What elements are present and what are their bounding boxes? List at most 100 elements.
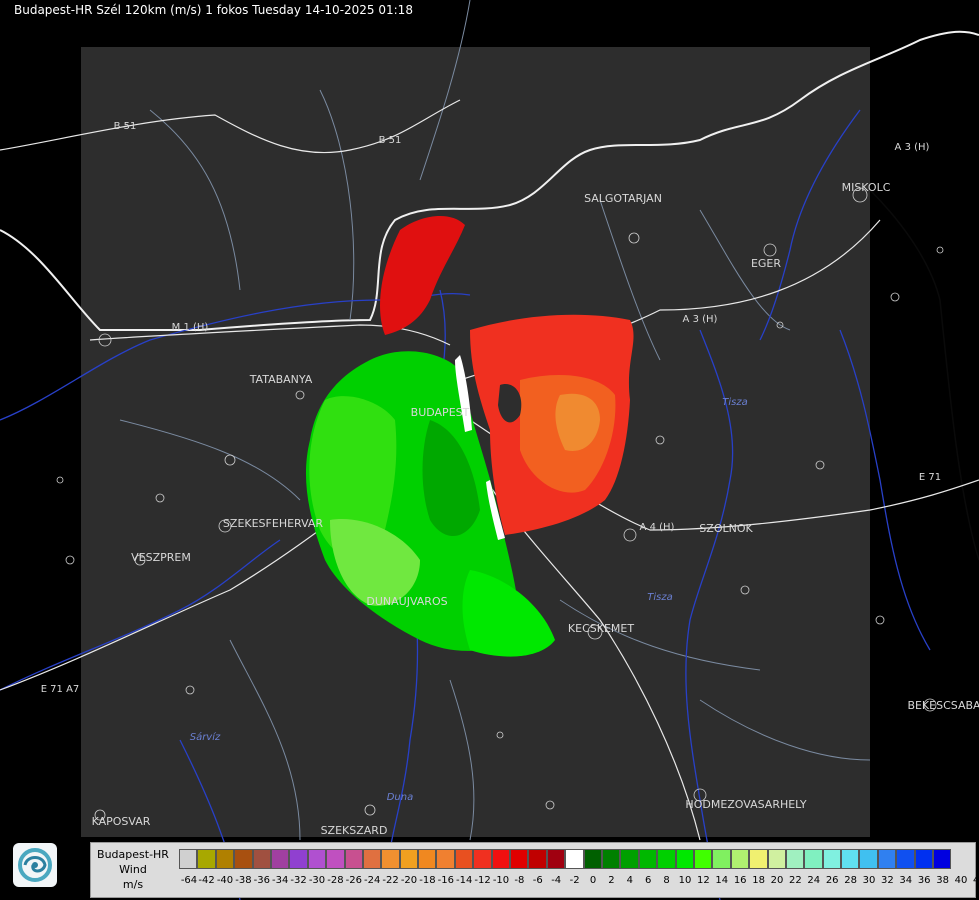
- legend-tick: 34: [899, 875, 913, 886]
- legend-tick: 38: [936, 875, 949, 886]
- legend-tick: -6: [532, 875, 543, 886]
- met-service-logo: [13, 843, 57, 887]
- legend-swatch: [491, 849, 511, 869]
- legend-swatch: [179, 849, 198, 869]
- road-label: E 71 A7: [41, 684, 80, 695]
- legend-swatch: [877, 849, 897, 869]
- legend-tick: -42: [198, 875, 215, 886]
- river-label: Duna: [387, 792, 414, 803]
- legend-tick: 42: [973, 875, 979, 886]
- legend-swatch: [730, 849, 750, 869]
- legend-tick: 40: [954, 875, 968, 886]
- legend-tick: 2: [608, 875, 615, 886]
- legend-tick: 0: [589, 875, 597, 886]
- legend-tick: 4: [626, 875, 633, 886]
- city-label: BEKESCSABA: [907, 699, 979, 712]
- legend-tick: 10: [678, 875, 692, 886]
- legend-tick: -10: [492, 875, 510, 886]
- road-label: A 3 (H): [895, 142, 930, 153]
- legend-swatch: [583, 849, 602, 869]
- legend-station: Budapest-HR: [97, 848, 169, 861]
- city-label: BUDAPEST: [411, 406, 470, 419]
- river-label: Tisza: [722, 397, 747, 408]
- legend-swatch: [473, 849, 492, 869]
- color-legend: Budapest-HR Wind m/s -64 -42 -40 -38 -36 -34-…: [90, 842, 979, 898]
- legend-tick: -24: [364, 875, 381, 886]
- legend-swatch: [344, 849, 363, 869]
- legend-swatch: [381, 849, 400, 869]
- legend-tick: 16: [733, 875, 747, 886]
- legend-swatch: [215, 849, 235, 869]
- legend-tick: 22: [789, 875, 802, 886]
- legend-tick: 28: [844, 875, 857, 886]
- legend-tick: 30: [862, 875, 876, 886]
- legend-tick: -20: [400, 875, 418, 886]
- legend-swatch: [454, 849, 474, 869]
- legend-tick: -2: [569, 875, 580, 886]
- legend-tick: 36: [917, 875, 931, 886]
- legend-swatch: [436, 849, 455, 869]
- legend-tick: 18: [752, 875, 765, 886]
- city-label: SZOLNOK: [699, 522, 753, 535]
- legend-swatch: [859, 849, 878, 869]
- legend-tick: -32: [290, 875, 307, 886]
- road-label: B 51: [114, 121, 137, 132]
- legend-swatch: [933, 849, 952, 869]
- legend-swatch: [767, 849, 786, 869]
- legend-swatch: [712, 849, 731, 869]
- legend-swatch: [804, 849, 823, 869]
- city-label: HODMEZOVASARHELY: [685, 798, 806, 811]
- legend-swatch: [546, 849, 566, 869]
- legend-swatch: [418, 849, 437, 869]
- legend-swatch: [197, 849, 216, 869]
- legend-tick: 32: [881, 875, 894, 886]
- legend-swatch: [896, 849, 915, 869]
- legend-swatch: [326, 849, 345, 869]
- legend-tick: -18: [419, 875, 436, 886]
- legend-tick: 6: [645, 875, 652, 886]
- legend-swatch: [822, 849, 842, 869]
- legend-tick: -36: [253, 875, 270, 886]
- legend-tick: -22: [382, 875, 399, 886]
- legend-tick: -14: [456, 875, 473, 886]
- legend-tick: 26: [825, 875, 839, 886]
- city-label: DUNAUJVAROS: [366, 595, 447, 608]
- legend-swatches: [179, 849, 952, 869]
- legend-swatch: [307, 849, 327, 869]
- legend-swatch: [620, 849, 639, 869]
- city-label: KAPOSVAR: [92, 815, 151, 828]
- legend-tick: -34: [272, 875, 289, 886]
- city-label: TATABANYA: [249, 373, 313, 386]
- city-label: KECSKEMET: [568, 622, 634, 635]
- legend-swatch: [362, 849, 382, 869]
- legend-swatch: [252, 849, 271, 869]
- legend-tick: -30: [308, 875, 326, 886]
- city-label: SALGOTARJAN: [584, 192, 662, 205]
- city-label: SZEKESFEHERVAR: [223, 517, 324, 530]
- road-label: E 71: [919, 472, 941, 483]
- city-label: MISKOLC: [842, 181, 891, 194]
- legend-swatch: [657, 849, 676, 869]
- road-label: A 4 (H): [640, 522, 675, 533]
- legend-tick: 20: [770, 875, 784, 886]
- country-border-east: [869, 189, 979, 561]
- legend-tick: -38: [235, 875, 252, 886]
- legend-tick: 24: [807, 875, 821, 886]
- legend-swatch: [601, 849, 621, 869]
- road-label: A 3 (H): [683, 314, 718, 325]
- legend-swatch: [399, 849, 419, 869]
- legend-swatch: [749, 849, 768, 869]
- legend-tick: -26: [345, 875, 362, 886]
- legend-swatch: [693, 849, 713, 869]
- legend-label: Budapest-HR Wind m/s: [93, 847, 173, 892]
- road-label: B 51: [379, 135, 402, 146]
- city-label: EGER: [751, 257, 781, 270]
- legend-unit: m/s: [122, 878, 144, 891]
- legend-swatch: [234, 849, 253, 869]
- legend-tick: -8: [514, 875, 525, 886]
- legend-tick: -40: [216, 875, 234, 886]
- legend-swatch: [675, 849, 694, 869]
- city-label: VESZPREM: [131, 551, 191, 564]
- river-label: Tisza: [647, 592, 672, 603]
- legend-swatch: [785, 849, 805, 869]
